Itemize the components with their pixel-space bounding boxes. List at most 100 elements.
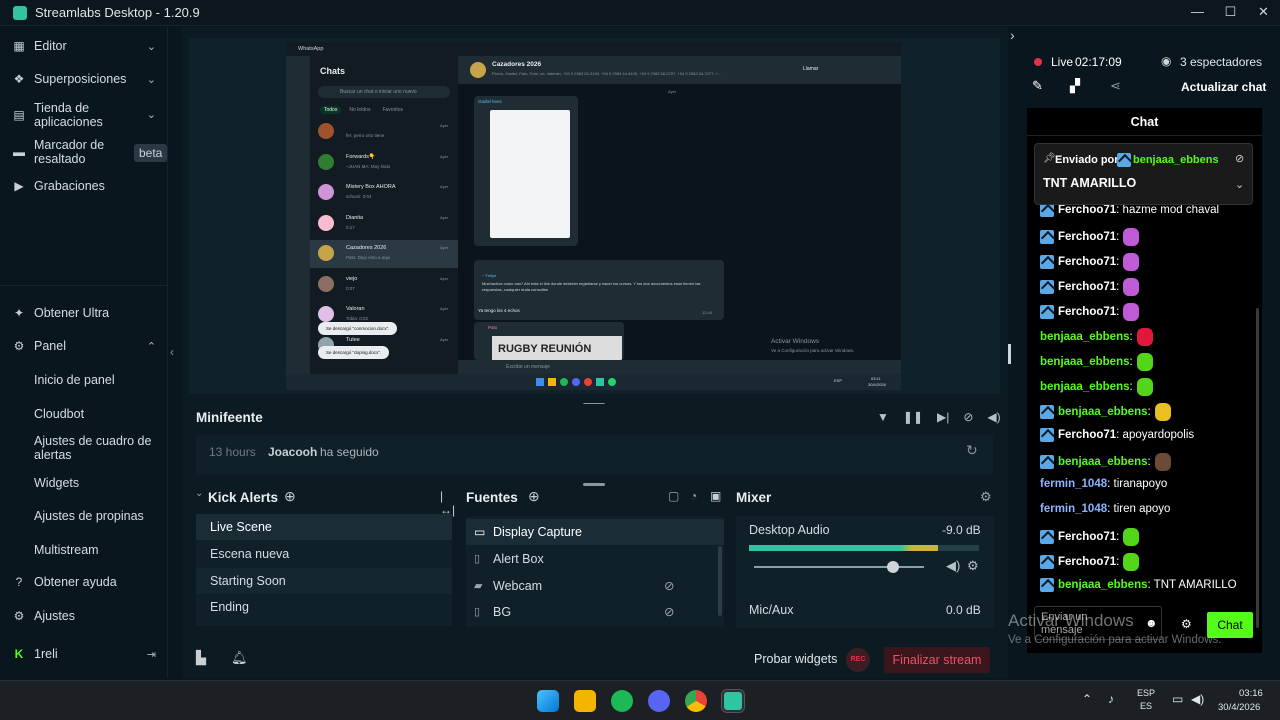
gear-icon[interactable]: ⚙ — [967, 558, 979, 574]
chat-username[interactable]: Ferchoo71 — [1058, 556, 1116, 568]
sidebar-item-recordings[interactable]: ▶ Grabaciones — [12, 179, 162, 193]
chevron-down-icon[interactable]: ⌄ — [195, 488, 203, 499]
collapse-right-icon[interactable]: › — [1010, 27, 1015, 43]
chevron-up-icon[interactable]: ⌃ — [147, 340, 156, 353]
filter-icon[interactable]: ▼ — [877, 410, 889, 424]
skip-icon[interactable]: ▶| — [937, 410, 949, 424]
share-icon[interactable]: ⋖ — [1110, 78, 1121, 94]
gear-icon[interactable]: ⚙ — [980, 489, 992, 505]
add-source-icon[interactable]: ⊕ — [528, 488, 540, 505]
scrollbar[interactable] — [1256, 308, 1259, 628]
scene-transitions-icon[interactable]: |↔| — [440, 489, 455, 517]
chevron-down-icon[interactable]: ⌄ — [147, 108, 156, 122]
chat-username[interactable]: fermin_1048 — [1040, 478, 1107, 490]
tray-chevron-up-icon[interactable]: ⌃ — [1082, 692, 1092, 706]
hidden-eye-icon[interactable]: ⊘ — [664, 573, 674, 599]
chevron-down-icon[interactable]: ⌄ — [147, 40, 156, 53]
chat-username[interactable]: Ferchoo71 — [1058, 281, 1116, 293]
volume-icon[interactable]: ◀) — [1191, 692, 1204, 706]
minimize-button[interactable]: — — [1181, 0, 1214, 26]
pause-icon[interactable]: ❚❚ — [903, 410, 923, 424]
replay-icon[interactable]: ↻ — [966, 442, 978, 459]
chat-username[interactable]: Ferchoo71 — [1058, 531, 1116, 543]
collapse-sidebar-icon[interactable]: ‹ — [170, 345, 174, 359]
microphone-icon[interactable]: ♪ — [1108, 692, 1114, 706]
sidebar-item-user[interactable]: K 1reli ⇥ — [12, 647, 162, 661]
discord-icon[interactable] — [648, 690, 670, 712]
chat-username[interactable]: benjaaa_ebbens — [1040, 381, 1129, 393]
clock-date[interactable]: 30/4/2026 — [1218, 702, 1260, 713]
chat-username[interactable]: Ferchoo71 — [1058, 204, 1116, 216]
sidebar-item-help[interactable]: ? Obtener ayuda — [12, 575, 162, 589]
chat-username[interactable]: Ferchoo71 — [1058, 231, 1116, 243]
source-item[interactable]: ▰ Webcam ⊘ — [466, 573, 724, 599]
sidebar-subitem-alertbox-settings[interactable]: Ajustes de cuadro de alertas — [34, 434, 159, 462]
sidebar-item-highlighter[interactable]: ▬ Marcador de resaltado beta — [12, 138, 168, 166]
performance-icon[interactable]: ▙ — [196, 650, 206, 666]
streamlabs-icon[interactable] — [721, 689, 745, 713]
chat-username[interactable]: Ferchoo71 — [1058, 429, 1116, 441]
sidebar-item-panel[interactable]: ⚙ Panel ⌃ — [12, 339, 162, 353]
sidebar-item-editor[interactable]: ▦ Editor ⌄ — [12, 39, 162, 53]
sidebar-subitem-tip-settings[interactable]: Ajustes de propinas — [34, 509, 159, 523]
add-scene-icon[interactable]: ⊕ — [284, 488, 296, 505]
scrollbar[interactable] — [718, 546, 722, 616]
source-item[interactable]: ▯ Alert Box — [466, 546, 724, 572]
sidebar-item-overlays[interactable]: ❖ Superposiciones ⌄ — [12, 72, 162, 86]
chat-username[interactable]: fermin_1048 — [1040, 503, 1107, 515]
volume-icon[interactable]: ◀) — [987, 410, 1000, 424]
spotify-icon[interactable] — [611, 690, 633, 712]
rec-button[interactable]: REC — [846, 648, 870, 672]
maximize-button[interactable]: ☐ — [1214, 0, 1247, 26]
source-item[interactable]: ▭ Display Capture — [466, 519, 724, 545]
close-button[interactable]: ✕ — [1247, 0, 1280, 26]
network-icon[interactable]: ▭ — [1172, 692, 1183, 706]
sidebar-subitem-widgets[interactable]: Widgets — [34, 476, 159, 490]
lang-top[interactable]: ESP — [1137, 688, 1155, 698]
dashboard-icon[interactable]: ▞ — [1070, 78, 1080, 94]
scene-item[interactable]: Starting Soon — [196, 568, 452, 594]
test-widgets-button[interactable]: Probar widgets — [754, 652, 837, 666]
scene-item[interactable]: Ending — [196, 594, 452, 620]
edit-pencil-icon[interactable]: ✎ — [1032, 78, 1043, 94]
windows-start-icon[interactable] — [537, 690, 559, 712]
chat-username[interactable]: benjaaa_ebbens — [1058, 406, 1147, 418]
hidden-eye-icon[interactable]: ⊘ — [664, 599, 674, 625]
chat-username[interactable]: benjaaa_ebbens — [1040, 331, 1129, 343]
scene-item[interactable]: Escena nueva — [196, 541, 452, 567]
chrome-icon[interactable] — [685, 690, 707, 712]
chevron-down-icon[interactable]: ⌄ — [1235, 178, 1244, 191]
chat-username[interactable]: benjaaa_ebbens — [1058, 579, 1147, 591]
stream-preview[interactable]: WhatsApp Chats Buscar un chat o iniciar … — [286, 42, 901, 390]
emoji-icon[interactable]: ☻ — [1145, 616, 1158, 630]
sidebar-item-ultra[interactable]: ✦ Obtener Ultra — [12, 306, 162, 320]
chevron-down-icon[interactable]: ⌄ — [147, 73, 156, 86]
refresh-chat-button[interactable]: Actualizar chat — [1181, 80, 1266, 94]
resize-handle[interactable] — [1008, 344, 1011, 364]
add-folder-icon[interactable]: ▣ — [710, 489, 721, 503]
hide-pinned-icon[interactable]: ⊘ — [1235, 152, 1244, 165]
chat-username[interactable]: Ferchoo71 — [1058, 306, 1116, 318]
source-properties-icon[interactable]: ▢ — [668, 489, 679, 503]
pinned-message[interactable]: 📌︎ Enviado por benjaaa_ebbens ⊘ TNT AMAR… — [1034, 143, 1253, 205]
end-stream-button[interactable]: Finalizar stream — [884, 647, 990, 673]
source-item[interactable]: ▯ BG ⊘ — [466, 599, 724, 625]
chat-username[interactable]: Ferchoo71 — [1058, 256, 1116, 268]
logout-icon[interactable]: ⇥ — [147, 648, 156, 661]
file-explorer-icon[interactable] — [574, 690, 596, 712]
chat-username[interactable]: benjaaa_ebbens — [1058, 456, 1147, 468]
sidebar-subitem-cloudbot[interactable]: Cloudbot — [34, 407, 159, 421]
mute-alerts-icon[interactable]: ⊘ — [963, 410, 973, 424]
speaker-icon[interactable]: ◀) — [946, 558, 960, 574]
clock-time[interactable]: 03:16 — [1239, 688, 1263, 699]
volume-slider-handle[interactable] — [887, 561, 900, 573]
sidebar-subitem-dashboard-home[interactable]: Inicio de panel — [34, 373, 159, 387]
lang-bottom[interactable]: ES — [1140, 701, 1152, 711]
gear-icon[interactable]: ⚙ — [1181, 617, 1192, 631]
sidebar-item-settings[interactable]: ⚙ Ajustes — [12, 609, 162, 623]
sidebar-item-app-store[interactable]: ▤ Tienda de aplicaciones ⌄ — [12, 101, 162, 129]
notifications-bell-icon[interactable]: 🔔︎ — [231, 650, 248, 666]
chat-username[interactable]: benjaaa_ebbens — [1040, 356, 1129, 368]
sidebar-subitem-multistream[interactable]: Multistream — [34, 543, 159, 557]
scene-item[interactable]: Live Scene — [196, 514, 452, 540]
